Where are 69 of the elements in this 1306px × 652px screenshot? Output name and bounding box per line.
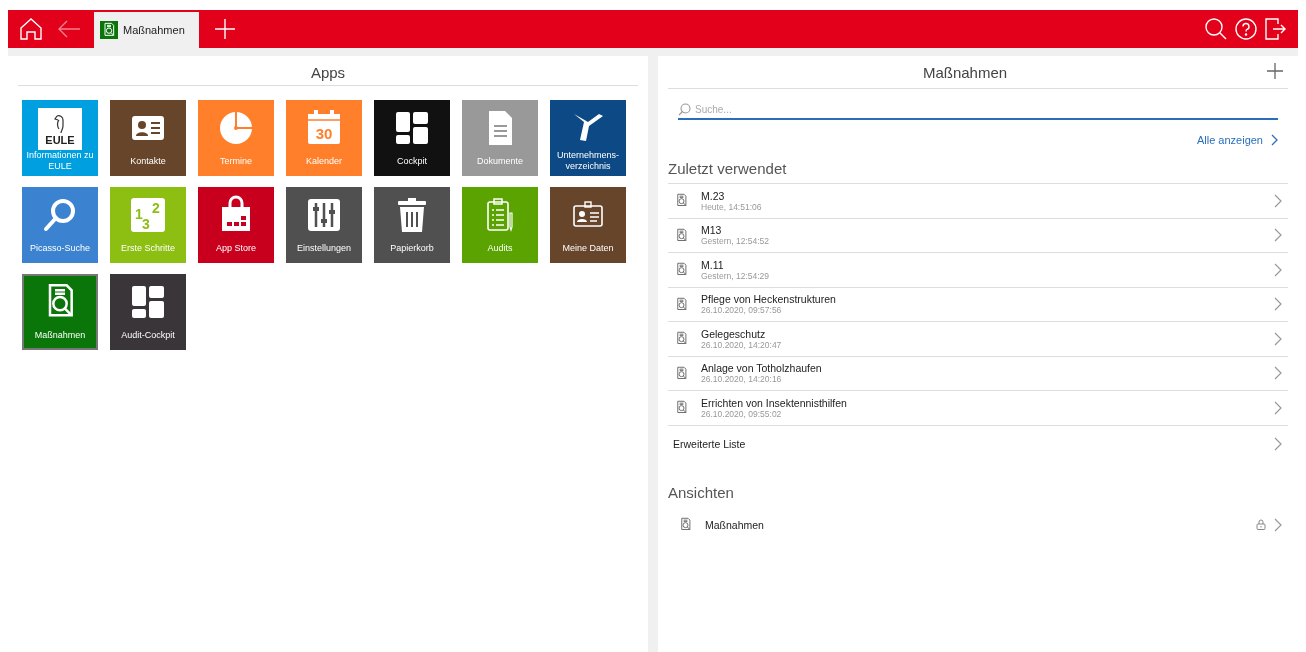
list-row[interactable]: Anlage von Totholzhaufen 26.10.2020, 14:20:16: [668, 356, 1288, 391]
item-title: M13: [701, 224, 723, 237]
document-magnifier-icon: [674, 400, 689, 416]
section-title: Ansichten: [668, 483, 735, 501]
document-magnifier-icon: [674, 296, 689, 312]
list-row[interactable]: Gelegeschutz 26.10.2020, 14:20:47: [668, 322, 1288, 357]
item-title: Erweiterte Liste: [673, 437, 747, 450]
item-timestamp: Gestern, 12:54:52: [701, 236, 771, 247]
numbers-icon: 1 3 2: [128, 195, 168, 235]
logout-icon: [1264, 17, 1286, 41]
chevron-right-icon: [1274, 228, 1282, 243]
section-title: Apps: [18, 56, 638, 86]
item-timestamp: Heute, 14:51:06: [701, 201, 763, 212]
list-row[interactable]: Erweiterte Liste: [668, 425, 1288, 462]
list-row[interactable]: M.23 Heute, 14:51:06: [668, 184, 1288, 219]
document-magnifier-icon: [674, 262, 689, 278]
chevron-right-icon: [1274, 400, 1282, 415]
app-tile[interactable]: Maßnahmen: [22, 274, 98, 350]
chevron-right-icon: [1274, 517, 1282, 532]
section-title: Zuletzt verwendet: [668, 160, 788, 177]
logo-text: EULE: [45, 134, 75, 146]
app-tile[interactable]: App Store: [198, 187, 274, 263]
item-title: M.11: [701, 258, 725, 271]
item-timestamp: 26.10.2020, 09:55:02: [701, 408, 783, 419]
app-tile[interactable]: Meine Daten: [550, 187, 626, 263]
chevron-right-icon: [1274, 331, 1282, 346]
app-tile[interactable]: Kontakte: [110, 100, 186, 176]
item-title: M.23: [701, 189, 726, 202]
item-title: Errichten von Insektennisthilfen: [701, 396, 848, 409]
app-tile[interactable]: Cockpit: [374, 100, 450, 176]
app-tile[interactable]: Picasso-Suche: [22, 187, 98, 263]
item-timestamp: 26.10.2020, 09:57:56: [701, 305, 783, 316]
document-magnifier-icon: [678, 517, 693, 532]
app-tile[interactable]: Unternehmens-verzeichnis: [550, 100, 626, 176]
chevron-right-icon: [1274, 193, 1282, 208]
chevron-right-icon: [1274, 262, 1282, 277]
list-row[interactable]: M13 Gestern, 12:54:52: [668, 218, 1288, 253]
chevron-right-icon: [1274, 436, 1282, 451]
chevron-right-icon: [1274, 297, 1282, 312]
search-icon: [1204, 17, 1228, 41]
list-row[interactable]: Pflege von Heckenstrukturen 26.10.2020, 09:57:56: [668, 287, 1288, 322]
item-title: Gelegeschutz: [701, 327, 767, 340]
document-magnifier-icon: [674, 193, 689, 209]
chevron-right-icon: [1271, 134, 1278, 146]
app-tile[interactable]: Einstellungen: [286, 187, 362, 263]
search-icon: [678, 103, 691, 116]
list-row[interactable]: M.11 Gestern, 12:54:29: [668, 253, 1288, 288]
document-magnifier-icon: [674, 365, 689, 381]
list-row[interactable]: Errichten von Insektennisthilfen 26.10.2020, 09:55:02: [668, 391, 1288, 426]
item-title: Pflege von Heckenstrukturen: [701, 293, 837, 306]
panel-title: Maßnahmen: [921, 63, 1009, 81]
help-icon: [1234, 17, 1258, 41]
app-tile[interactable]: EULE Informationen zu EULE: [22, 100, 98, 176]
plus-icon: [212, 17, 237, 41]
item-timestamp: 26.10.2020, 14:20:16: [701, 374, 783, 385]
app-tab[interactable]: Maßnahmen: [94, 12, 199, 48]
list-row[interactable]: Maßnahmen: [668, 506, 1288, 543]
home-icon: [18, 16, 44, 42]
show-all-link[interactable]: Alle anzeigen: [1196, 134, 1278, 146]
chevron-right-icon: [1274, 366, 1282, 381]
document-magnifier-icon: [101, 22, 117, 38]
document-magnifier-icon: [674, 331, 689, 347]
item-timestamp: Gestern, 12:54:29: [701, 270, 771, 281]
document-magnifier-icon: [674, 227, 689, 243]
app-tile[interactable]: Papierkorb: [374, 187, 450, 263]
plus-icon: [1266, 61, 1284, 80]
app-tile[interactable]: Audit-Cockpit: [110, 274, 186, 350]
item-title: Anlage von Totholzhaufen: [701, 362, 823, 375]
item-timestamp: 26.10.2020, 14:20:47: [701, 339, 783, 350]
